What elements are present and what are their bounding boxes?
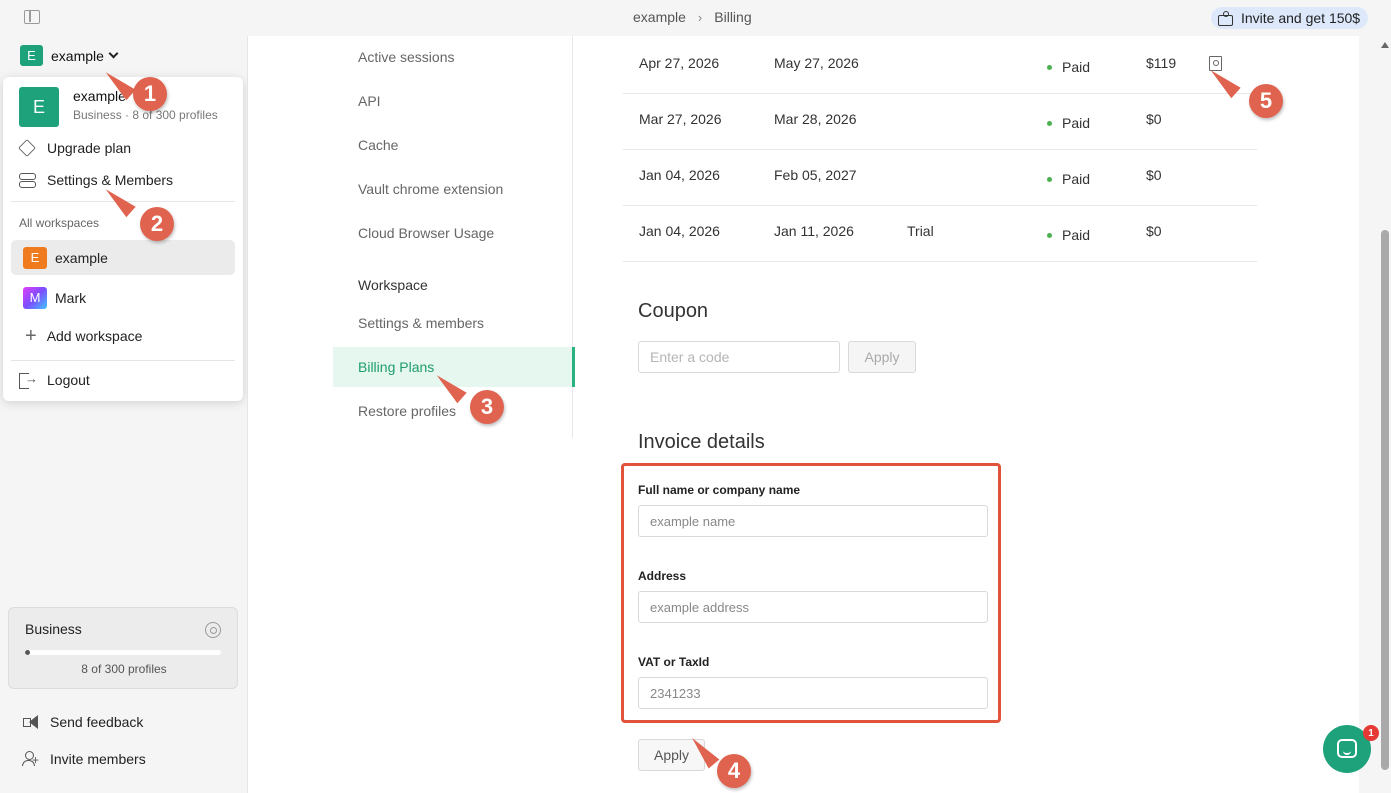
settings-toggle-icon bbox=[19, 172, 36, 188]
sidebar-toggle-icon[interactable] bbox=[24, 10, 40, 24]
invoice-end: Feb 05, 2027 bbox=[774, 167, 857, 183]
invoice-start: Jan 04, 2026 bbox=[639, 223, 720, 239]
status-badge: Paid bbox=[1047, 171, 1090, 187]
chevron-right-icon: › bbox=[697, 9, 703, 25]
coupon-apply-button[interactable]: Apply bbox=[848, 341, 916, 373]
invite-members-link[interactable]: Invite members bbox=[22, 751, 146, 767]
invoice-start: Mar 27, 2026 bbox=[639, 111, 722, 127]
invite-members-label: Invite members bbox=[50, 751, 146, 767]
invoice-start: Apr 27, 2026 bbox=[639, 55, 720, 71]
status-badge: Paid bbox=[1047, 115, 1090, 131]
vat-label: VAT or TaxId bbox=[638, 655, 710, 669]
logout-item[interactable]: Logout bbox=[19, 369, 90, 391]
callout-5: 5 bbox=[1249, 84, 1283, 118]
profile-usage-count: 8 of 300 profiles bbox=[81, 662, 167, 676]
nav-item-cloud-browser-usage[interactable]: Cloud Browser Usage bbox=[333, 213, 572, 253]
full-name-field[interactable] bbox=[638, 505, 988, 537]
nav-item-cache[interactable]: Cache bbox=[333, 125, 572, 165]
breadcrumb-workspace[interactable]: example bbox=[633, 9, 686, 25]
status-badge: Paid bbox=[1047, 227, 1090, 243]
invoice-amount: $0 bbox=[1146, 111, 1162, 127]
top-bar: example › Billing Invite and get 150$ bbox=[0, 0, 1391, 36]
scroll-thumb[interactable] bbox=[1381, 230, 1389, 770]
invoice-type: Trial bbox=[907, 223, 934, 239]
chevron-down-icon bbox=[108, 48, 119, 59]
workspace-avatar-example: E bbox=[23, 246, 47, 269]
nav-item-settings-members[interactable]: Settings & members bbox=[333, 303, 572, 343]
table-row: Apr 27, 2026 May 27, 2026 Paid $119 bbox=[623, 38, 1257, 94]
invoice-details-form: Full name or company name Address VAT or… bbox=[621, 463, 1001, 723]
invite-reward-label: Invite and get 150$ bbox=[1241, 10, 1361, 26]
invoice-start: Jan 04, 2026 bbox=[639, 167, 720, 183]
cube-icon bbox=[18, 139, 36, 157]
nav-item-api[interactable]: API bbox=[333, 81, 572, 121]
callout-4: 4 bbox=[717, 754, 751, 788]
current-workspace-avatar: E bbox=[19, 87, 59, 127]
chat-icon bbox=[1337, 739, 1357, 758]
workspace-item-example[interactable]: E example bbox=[11, 240, 235, 275]
send-feedback-label: Send feedback bbox=[50, 714, 144, 730]
table-row: Jan 04, 2026 Jan 11, 2026 Trial Paid $0 bbox=[623, 206, 1257, 262]
plan-title: Business bbox=[25, 621, 82, 637]
workspace-dropdown: E example Business · 8 of 300 profiles U… bbox=[3, 77, 243, 401]
upgrade-plan-item[interactable]: Upgrade plan bbox=[18, 137, 132, 159]
plan-card: Business 8 of 300 profiles bbox=[8, 607, 238, 689]
breadcrumb-billing: Billing bbox=[714, 9, 752, 25]
unread-badge: 1 bbox=[1363, 725, 1379, 741]
workspace-name: example bbox=[51, 47, 104, 64]
invoice-end: Mar 28, 2026 bbox=[774, 111, 857, 127]
nav-item-active-sessions[interactable]: Active sessions bbox=[333, 37, 572, 77]
megaphone-icon bbox=[22, 715, 40, 729]
workspace-label-mark: Mark bbox=[55, 289, 87, 306]
invoice-end: Jan 11, 2026 bbox=[774, 223, 854, 239]
gift-icon bbox=[1217, 11, 1233, 26]
workspace-avatar: E bbox=[20, 45, 43, 66]
table-row: Jan 04, 2026 Feb 05, 2027 Paid $0 bbox=[623, 150, 1257, 206]
settings-members-item[interactable]: Settings & Members bbox=[19, 169, 173, 191]
all-workspaces-heading: All workspaces bbox=[19, 216, 100, 230]
settings-nav: Active sessions API Cache Vault chrome e… bbox=[333, 36, 575, 438]
profile-usage-fill bbox=[25, 650, 31, 655]
add-workspace-item[interactable]: + Add workspace bbox=[25, 325, 143, 347]
table-row: Mar 27, 2026 Mar 28, 2026 Paid $0 bbox=[623, 94, 1257, 150]
invite-reward-button[interactable]: Invite and get 150$ bbox=[1211, 7, 1369, 29]
send-feedback-link[interactable]: Send feedback bbox=[22, 714, 143, 730]
nav-heading-workspace: Workspace bbox=[358, 277, 428, 293]
address-field[interactable] bbox=[638, 591, 988, 623]
invoice-amount: $0 bbox=[1146, 167, 1162, 183]
invoice-amount: $119 bbox=[1146, 55, 1177, 71]
divider bbox=[11, 360, 235, 361]
status-badge: Paid bbox=[1047, 59, 1090, 75]
workspace-avatar-mark: M bbox=[23, 286, 47, 309]
workspace-item-mark[interactable]: M Mark bbox=[11, 280, 235, 315]
invoice-end: May 27, 2026 bbox=[774, 55, 859, 71]
profile-usage-bar bbox=[25, 650, 221, 655]
address-label: Address bbox=[638, 569, 687, 583]
scroll-up-icon[interactable] bbox=[1381, 42, 1389, 48]
logout-icon bbox=[19, 371, 38, 389]
coupon-input[interactable] bbox=[638, 341, 840, 373]
logout-label: Logout bbox=[47, 372, 90, 388]
workspace-switcher[interactable]: E example bbox=[20, 45, 119, 66]
breadcrumb: example › Billing bbox=[633, 9, 752, 25]
user-plus-icon bbox=[22, 751, 40, 767]
full-name-label: Full name or company name bbox=[638, 483, 801, 497]
chat-launcher-button[interactable]: 1 bbox=[1323, 725, 1379, 773]
invoice-amount: $0 bbox=[1146, 223, 1162, 239]
callout-3: 3 bbox=[470, 390, 504, 424]
plus-icon: + bbox=[25, 325, 37, 347]
callout-1: 1 bbox=[133, 77, 167, 111]
workspace-label-example: example bbox=[55, 249, 108, 266]
nav-item-vault-extension[interactable]: Vault chrome extension bbox=[333, 169, 572, 209]
upgrade-plan-label: Upgrade plan bbox=[47, 140, 132, 156]
vat-field[interactable] bbox=[638, 677, 988, 709]
main-panel: Active sessions API Cache Vault chrome e… bbox=[247, 36, 1359, 793]
invoice-details-title: Invoice details bbox=[638, 431, 765, 453]
scrollbar[interactable] bbox=[1380, 36, 1390, 793]
callout-2: 2 bbox=[140, 207, 174, 241]
add-workspace-label: Add workspace bbox=[46, 328, 143, 344]
coupon-title: Coupon bbox=[638, 300, 709, 322]
gear-icon[interactable] bbox=[205, 622, 221, 638]
